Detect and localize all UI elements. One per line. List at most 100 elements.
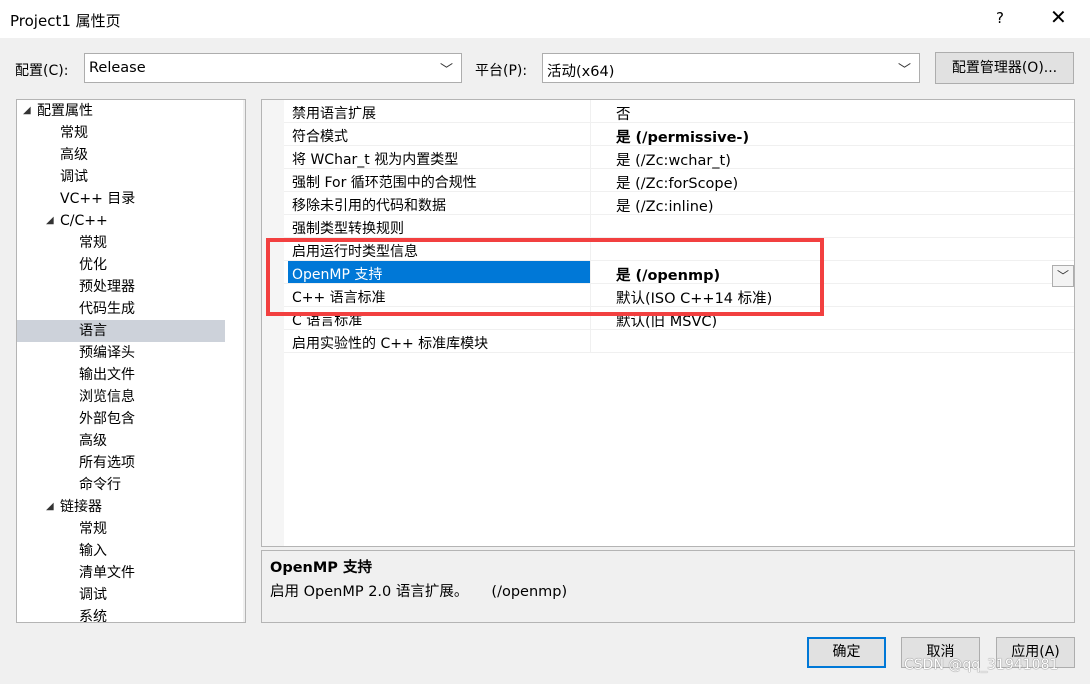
expand-triangle-icon[interactable]: ◢ <box>46 210 54 232</box>
tree-item[interactable]: 语言 <box>17 320 225 342</box>
property-row[interactable]: 强制类型转换规则 <box>284 215 1074 238</box>
property-tree: ◢ 配置属性 常规 高级 调试 VC++ 目录 ◢ C/C++ 常规 优化 预处理器 代码生成 语言 预编… <box>16 99 246 623</box>
property-row[interactable]: 将 WChar_t 视为内置类型 是 (/Zc:wchar_t) <box>284 146 1074 169</box>
property-name: 将 WChar_t 视为内置类型 <box>292 152 459 168</box>
tree-item-label: 常规 <box>60 125 88 141</box>
config-select-value: Release <box>89 60 146 76</box>
config-select[interactable]: Release ﹀ <box>84 53 462 83</box>
tree-item[interactable]: 常规 <box>17 518 225 540</box>
tree-item-label: 所有选项 <box>79 455 135 471</box>
property-row[interactable]: 禁用语言扩展 否 <box>284 100 1074 123</box>
config-label: 配置(C): <box>15 63 69 79</box>
tree-item-label: 高级 <box>60 147 88 163</box>
column-divider <box>590 146 591 169</box>
expand-triangle-icon[interactable]: ◢ <box>46 496 54 518</box>
tree-item-label: 语言 <box>79 323 107 339</box>
property-name: 启用实验性的 C++ 标准库模块 <box>292 336 489 352</box>
tree-item[interactable]: 外部包含 <box>17 408 225 430</box>
tree-item[interactable]: 清单文件 <box>17 562 225 584</box>
tree-item[interactable]: VC++ 目录 <box>17 188 225 210</box>
chevron-down-icon: ﹀ <box>897 63 911 78</box>
value-dropdown-button[interactable]: ﹀ <box>1052 265 1074 287</box>
tree-item[interactable]: 高级 <box>17 144 225 166</box>
ok-button[interactable]: 确定 <box>807 637 886 668</box>
property-row[interactable]: 移除未引用的代码和数据 是 (/Zc:inline) <box>284 192 1074 215</box>
tree-item-label: VC++ 目录 <box>60 191 136 207</box>
tree-item[interactable]: 预处理器 <box>17 276 225 298</box>
tree-item[interactable]: 优化 <box>17 254 225 276</box>
description-title: OpenMP 支持 <box>270 560 372 576</box>
tree-item-label: 配置属性 <box>37 103 93 119</box>
tree-item[interactable]: 调试 <box>17 166 225 188</box>
tree-item[interactable]: 所有选项 <box>17 452 225 474</box>
property-name: 强制 For 循环范围中的合规性 <box>292 175 477 191</box>
tree-item-label: 高级 <box>79 433 107 449</box>
tree-item[interactable]: 高级 <box>17 430 225 452</box>
property-name: 强制类型转换规则 <box>292 221 404 237</box>
column-divider <box>590 169 591 192</box>
property-value: 是 (/permissive-) <box>616 130 750 146</box>
tree-item-label: C/C++ <box>60 213 108 229</box>
tree-item[interactable]: 预编译头 <box>17 342 225 364</box>
tree-item[interactable]: 命令行 <box>17 474 225 496</box>
tree-item-label: 常规 <box>79 235 107 251</box>
property-name: 移除未引用的代码和数据 <box>292 198 446 214</box>
tree-item[interactable]: 浏览信息 <box>17 386 225 408</box>
tree-item-label: 输入 <box>79 543 107 559</box>
property-row[interactable]: 强制 For 循环范围中的合规性 是 (/Zc:forScope) <box>284 169 1074 192</box>
property-name: 符合模式 <box>292 129 348 145</box>
tree-item-label: 调试 <box>79 587 107 603</box>
property-row[interactable]: 符合模式 是 (/permissive-) <box>284 123 1074 146</box>
tree-item-label: 预处理器 <box>79 279 135 295</box>
tree-item[interactable]: ◢ 配置属性 <box>17 100 225 122</box>
scrollbar-thumb[interactable] <box>245 120 246 426</box>
tree-item-label: 输出文件 <box>79 367 135 383</box>
tree-item-label: 预编译头 <box>79 345 135 361</box>
property-value: 是 (/Zc:forScope) <box>616 176 739 192</box>
platform-label: 平台(P): <box>475 63 528 79</box>
column-divider <box>590 192 591 215</box>
grid-gutter <box>262 100 284 546</box>
tree-item[interactable]: 代码生成 <box>17 298 225 320</box>
platform-select-value: 活动(x64) <box>547 64 615 80</box>
column-divider <box>590 100 591 123</box>
tree-item[interactable]: ◢ C/C++ <box>17 210 225 232</box>
property-value: 是 (/Zc:inline) <box>616 199 714 215</box>
tree-item-label: 命令行 <box>79 477 121 493</box>
tree-item[interactable]: 输出文件 <box>17 364 225 386</box>
chevron-down-icon: ﹀ <box>439 63 453 78</box>
column-divider <box>590 330 591 353</box>
tree-item-label: 常规 <box>79 521 107 537</box>
tree-item-label: 系统 <box>79 609 107 623</box>
tree-scrollbar[interactable]: ︿ ﹀ <box>243 100 246 622</box>
property-name: 禁用语言扩展 <box>292 106 376 122</box>
tree-item-label: 外部包含 <box>79 411 135 427</box>
tree-item[interactable]: ◢ 链接器 <box>17 496 225 518</box>
tree-item[interactable]: 输入 <box>17 540 225 562</box>
tree-item-label: 代码生成 <box>79 301 135 317</box>
description-panel: OpenMP 支持 启用 OpenMP 2.0 语言扩展。 (/openmp) <box>261 550 1075 623</box>
expand-triangle-icon[interactable]: ◢ <box>23 100 31 122</box>
title-bar: Project1 属性页 ? ✕ <box>0 0 1090 38</box>
tree-item[interactable]: 常规 <box>17 232 225 254</box>
property-value: 否 <box>616 107 631 123</box>
column-divider <box>590 215 591 238</box>
help-button[interactable]: ? <box>996 9 1004 27</box>
tree-item-label: 清单文件 <box>79 565 135 581</box>
description-text: 启用 OpenMP 2.0 语言扩展。 (/openmp) <box>270 584 568 600</box>
tree-item[interactable]: 常规 <box>17 122 225 144</box>
tree-item-label: 链接器 <box>60 499 102 515</box>
property-grid: 禁用语言扩展否符合模式是 (/permissive-) 将 WChar_t 视为内… <box>261 99 1075 547</box>
property-row[interactable]: 启用实验性的 C++ 标准库模块 <box>284 330 1074 353</box>
configuration-manager-button[interactable]: 配置管理器(O)... <box>935 52 1074 84</box>
property-value: 是 (/Zc:wchar_t) <box>616 153 731 169</box>
platform-select[interactable]: 活动(x64) ﹀ <box>542 53 920 83</box>
tree-item-label: 调试 <box>60 169 88 185</box>
close-button[interactable]: ✕ <box>1050 6 1067 28</box>
tree-item[interactable]: 系统 <box>17 606 225 623</box>
watermark: CSDN @qq_31941081 <box>904 657 1059 673</box>
window-title: Project1 属性页 <box>10 12 121 30</box>
tree-item-label: 优化 <box>79 257 107 273</box>
annotation-highlight-box <box>266 238 824 316</box>
tree-item[interactable]: 调试 <box>17 584 225 606</box>
